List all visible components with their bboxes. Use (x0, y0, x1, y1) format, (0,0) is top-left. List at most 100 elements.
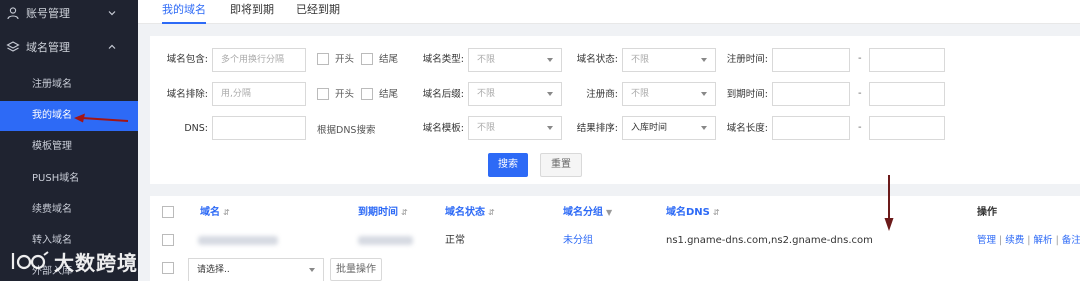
sidebar-item-register[interactable]: 注册域名 (0, 70, 138, 100)
column-header-status[interactable]: 域名状态 ⇵ (445, 206, 495, 220)
bulk-action-select-value: 请选择.. (197, 265, 230, 275)
column-header-expire-label: 到期时间 (358, 207, 398, 218)
length-min-input[interactable] (772, 116, 850, 140)
type-select-value: 不限 (477, 55, 496, 65)
exclude-end-checkbox[interactable] (361, 88, 373, 100)
select-all-checkbox[interactable] (162, 206, 174, 218)
type-select[interactable]: 不限 (468, 48, 562, 72)
sidebar-item-push[interactable]: PUSH域名 (0, 164, 138, 194)
template-select[interactable]: 不限 (468, 116, 562, 140)
caret-down-icon (309, 268, 315, 272)
dns-input[interactable] (212, 116, 306, 140)
row-checkbox[interactable] (162, 234, 174, 246)
column-header-status-label: 域名状态 (445, 207, 485, 218)
user-icon (7, 7, 19, 20)
column-header-actions: 操作 (977, 207, 997, 218)
sort-icon: ⇵ (712, 208, 720, 217)
exclude-start-checkbox[interactable] (317, 88, 329, 100)
resolve-link[interactable]: 解析 (1034, 235, 1053, 246)
expire-time-start-input[interactable] (772, 82, 850, 106)
column-header-group-label: 域名分组 (563, 207, 603, 218)
dns-label: DNS: (184, 123, 208, 134)
type-label: 域名类型: (422, 54, 464, 65)
contains-start-label: 开头 (335, 54, 355, 65)
contains-start-checkbox[interactable] (317, 53, 329, 65)
status-select[interactable]: 不限 (622, 48, 716, 72)
tab-my-domains[interactable]: 我的域名 (162, 0, 206, 24)
contains-label: 域名包含: (166, 54, 208, 65)
tab-expired[interactable]: 已经到期 (296, 0, 340, 24)
reg-time-end-input[interactable] (869, 48, 945, 72)
template-select-value: 不限 (477, 123, 496, 133)
range-dash: - (858, 122, 862, 133)
column-header-domain-label: 域名 (200, 207, 220, 218)
bulk-action-button[interactable]: 批量操作 (330, 258, 382, 281)
expire-time-end-input[interactable] (869, 82, 945, 106)
manage-link[interactable]: 管理 (977, 235, 996, 246)
registrar-label: 注册商: (586, 89, 618, 100)
caret-down-icon (701, 58, 707, 62)
row-group-link[interactable]: 未分组 (563, 234, 593, 248)
dns-hint: 根据DNS搜索 (317, 125, 376, 136)
suffix-select-value: 不限 (477, 89, 496, 99)
column-header-dns-label: 域名DNS (666, 207, 710, 218)
suffix-label: 域名后缀: (422, 89, 464, 100)
registrar-select-value: 不限 (631, 89, 650, 99)
caret-down-icon (547, 58, 553, 62)
sidebar-group-domain[interactable]: 域名管理 (0, 34, 138, 60)
reg-time-label: 注册时间: (726, 54, 768, 65)
sort-select[interactable]: 入库时间 (622, 116, 716, 140)
column-header-dns[interactable]: 域名DNS ⇵ (666, 206, 720, 220)
status-label: 域名状态: (576, 54, 618, 65)
caret-down-icon (701, 126, 707, 130)
tab-bar: 我的域名 即将到期 已经到期 (138, 0, 1080, 24)
contains-end-label: 结尾 (379, 54, 399, 65)
exclude-input[interactable]: 用,分隔 (212, 82, 306, 106)
sidebar-group-account[interactable]: 账号管理 (0, 0, 138, 26)
watermark-text: 大数跨境 (54, 250, 138, 275)
contains-end-checkbox[interactable] (361, 53, 373, 65)
sidebar-item-templates[interactable]: 模板管理 (0, 132, 138, 162)
tab-expiring[interactable]: 即将到期 (230, 0, 274, 24)
sort-icon: ⇵ (401, 208, 408, 217)
reset-button[interactable]: 重置 (540, 153, 582, 177)
reg-time-start-input[interactable] (772, 48, 850, 72)
chevron-down-icon (108, 11, 116, 16)
range-dash: - (858, 88, 862, 99)
registrar-select[interactable]: 不限 (622, 82, 716, 106)
column-header-domain[interactable]: 域名 ⇵ (200, 206, 230, 220)
search-button[interactable]: 搜索 (488, 153, 528, 177)
sort-icon: ⇵ (223, 208, 230, 217)
sort-select-value: 入库时间 (631, 123, 668, 133)
contains-input[interactable]: 多个用换行分隔 (212, 48, 306, 72)
filter-panel: 域名包含: 多个用换行分隔 开头 结尾 域名类型: 不限 域名状态: 不限 注册… (150, 36, 1080, 184)
range-dash: - (858, 53, 862, 64)
sidebar: 账号管理 域名管理 注册域名 我的域名 模板管理 PUSH域名 续费域名 转入域… (0, 0, 138, 281)
column-header-group[interactable]: 域名分组 ▼ (563, 206, 612, 220)
renew-link[interactable]: 续费 (1005, 235, 1024, 246)
bulk-checkbox[interactable] (162, 262, 174, 274)
annotation-arrow-down-icon (884, 175, 894, 231)
sort-icon: ⇵ (488, 208, 495, 217)
length-max-input[interactable] (869, 116, 945, 140)
column-header-expire[interactable]: 到期时间 ⇵ (358, 206, 408, 220)
layers-icon (6, 41, 20, 52)
sidebar-item-renew[interactable]: 续费域名 (0, 195, 138, 225)
length-label: 域名长度: (726, 123, 768, 134)
caret-down-icon (701, 92, 707, 96)
blurred-expire-date (358, 236, 413, 245)
template-label: 域名模板: (422, 123, 464, 134)
sidebar-group-domain-label: 域名管理 (26, 41, 70, 54)
filter-down-icon: ▼ (606, 208, 613, 217)
blurred-domain-name (198, 236, 278, 245)
bulk-action-select[interactable]: 请选择.. (188, 258, 324, 281)
suffix-select[interactable]: 不限 (468, 82, 562, 106)
sidebar-group-account-label: 账号管理 (26, 7, 70, 20)
annotation-arrow-left-icon (74, 113, 129, 123)
watermark-logo-icon (11, 251, 49, 270)
note-link[interactable]: 备注 (1062, 235, 1080, 246)
expire-time-label: 到期时间: (726, 89, 768, 100)
status-select-value: 不限 (631, 55, 650, 65)
chevron-up-icon (108, 44, 116, 49)
row-status: 正常 (445, 235, 465, 246)
